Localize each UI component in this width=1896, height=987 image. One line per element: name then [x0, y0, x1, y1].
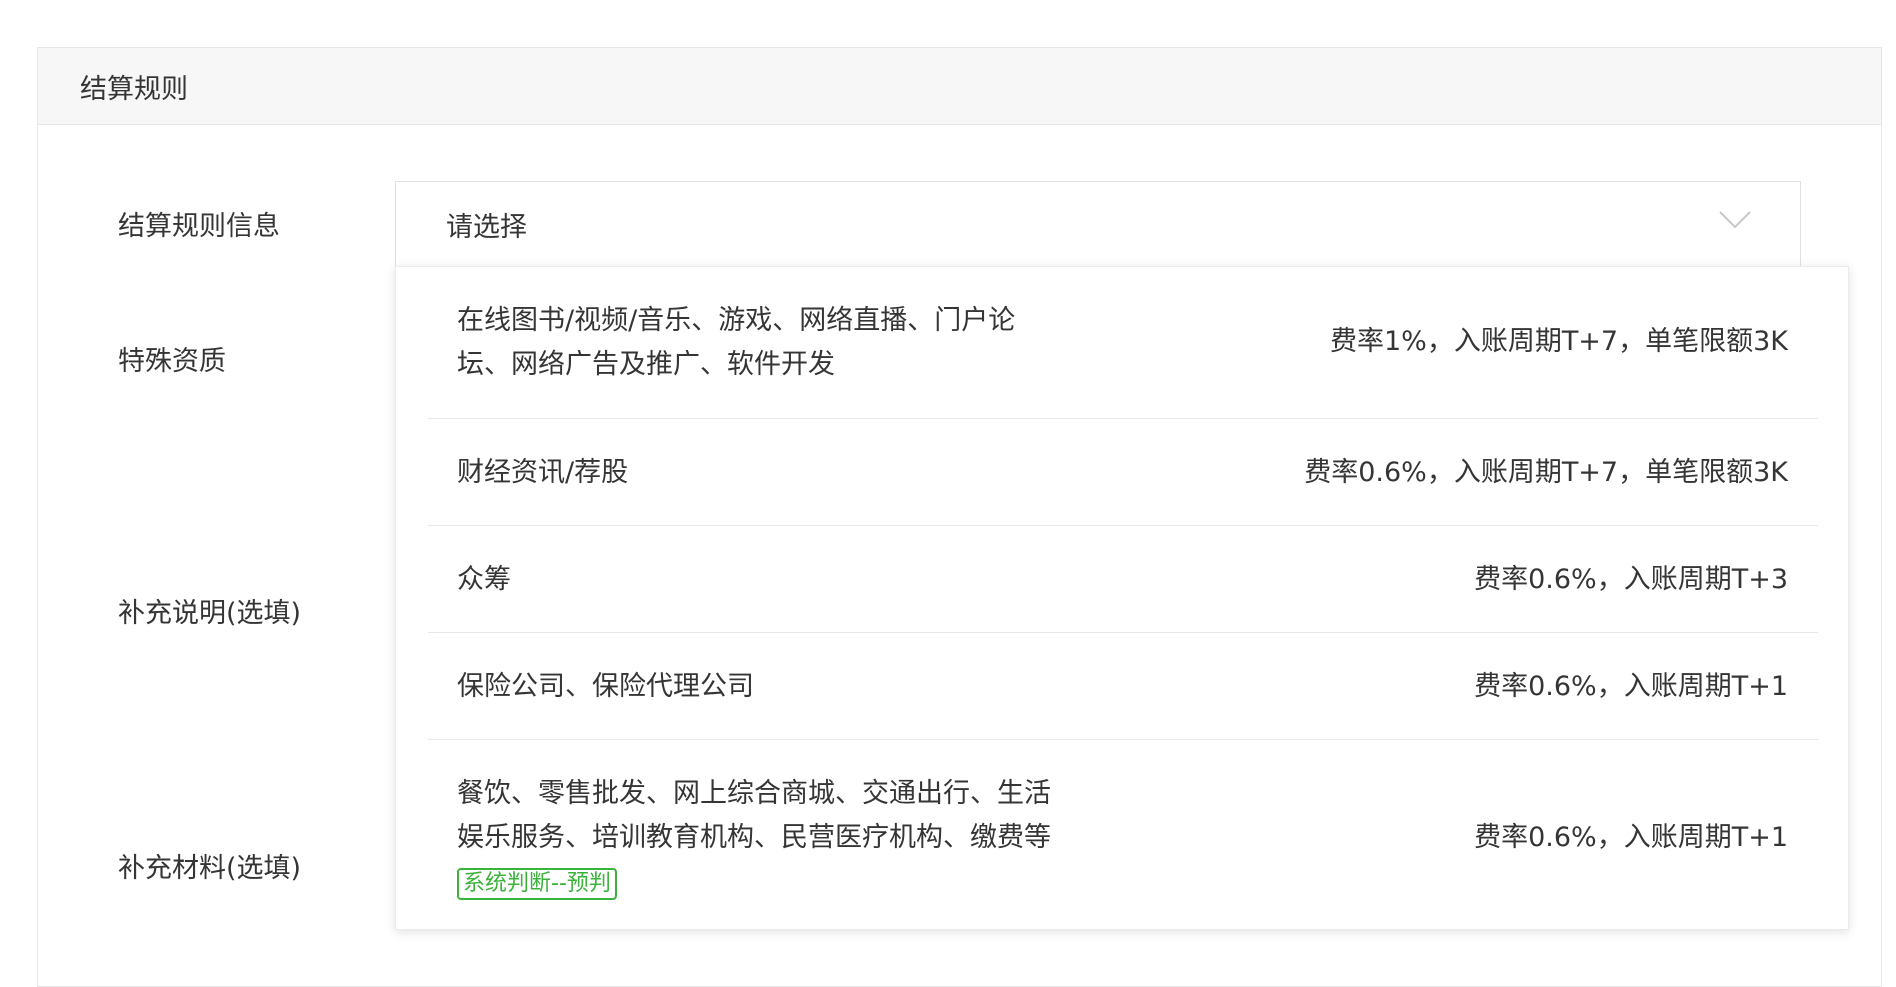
section-title: 结算规则 [80, 73, 188, 105]
option-rule: 费率0.6%，入账周期T+3 [1474, 564, 1788, 595]
panel-header: 结算规则 [38, 48, 1881, 125]
special-qualification-label: 特殊资质 [118, 346, 226, 377]
option-label: 在线图书/视频/音乐、游戏、网络直播、门户论 坛、网络广告及推广、软件开发 [457, 299, 1015, 387]
option-rule: 费率0.6%，入账周期T+1 [1474, 671, 1788, 702]
chevron-down-icon [1719, 211, 1751, 229]
system-judgment-tag: 系统判断--预判 [457, 868, 617, 900]
option-label: 保险公司、保险代理公司 [457, 671, 754, 702]
dropdown-option[interactable]: 众筹 费率0.6%，入账周期T+3 [428, 526, 1818, 633]
option-label: 财经资讯/荐股 [457, 457, 629, 488]
dropdown-option[interactable]: 餐饮、零售批发、网上综合商城、交通出行、生活 娱乐服务、培训教育机构、民营医疗机… [428, 740, 1818, 930]
select-placeholder: 请选择 [446, 212, 527, 243]
option-label-line: 在线图书/视频/音乐、游戏、网络直播、门户论 [457, 305, 1016, 336]
remark-label: 补充说明(选填) [118, 598, 302, 629]
material-label: 补充材料(选填) [118, 853, 302, 884]
option-label: 众筹 [457, 564, 511, 595]
option-label: 餐饮、零售批发、网上综合商城、交通出行、生活 娱乐服务、培训教育机构、民营医疗机… [457, 772, 1051, 904]
settlement-rule-label: 结算规则信息 [118, 211, 280, 242]
dropdown-option[interactable]: 保险公司、保险代理公司 费率0.6%，入账周期T+1 [428, 633, 1818, 740]
option-label-line: 娱乐服务、培训教育机构、民营医疗机构、缴费等 [457, 822, 1051, 853]
settlement-rule-select[interactable]: 请选择 [395, 181, 1801, 268]
option-label-line: 坛、网络广告及推广、软件开发 [457, 349, 835, 380]
option-rule: 费率0.6%，入账周期T+7，单笔限额3K [1304, 457, 1788, 488]
settlement-rule-dropdown: 在线图书/视频/音乐、游戏、网络直播、门户论 坛、网络广告及推广、软件开发 费率… [395, 266, 1849, 930]
option-label-line: 餐饮、零售批发、网上综合商城、交通出行、生活 [457, 778, 1051, 809]
option-rule: 费率0.6%，入账周期T+1 [1474, 822, 1788, 853]
dropdown-option[interactable]: 在线图书/视频/音乐、游戏、网络直播、门户论 坛、网络广告及推广、软件开发 费率… [428, 267, 1818, 419]
option-rule: 费率1%，入账周期T+7，单笔限额3K [1329, 326, 1788, 357]
dropdown-option[interactable]: 财经资讯/荐股 费率0.6%，入账周期T+7，单笔限额3K [428, 419, 1818, 526]
